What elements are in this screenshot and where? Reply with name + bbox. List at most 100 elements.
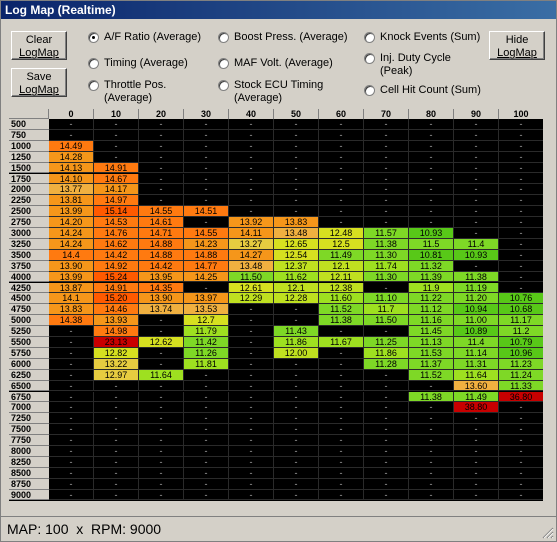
table-cell[interactable]: -: [499, 174, 543, 185]
table-cell[interactable]: 14.76: [94, 228, 139, 239]
table-cell[interactable]: 14.91: [94, 282, 139, 294]
vertical-scrollbar[interactable]: [544, 109, 555, 501]
table-cell[interactable]: -: [319, 162, 364, 174]
table-cell[interactable]: -: [184, 456, 229, 468]
table-cell[interactable]: -: [274, 315, 319, 327]
table-cell[interactable]: 14.67: [94, 173, 139, 185]
table-cell[interactable]: -: [319, 119, 364, 130]
table-cell[interactable]: 11.22: [409, 293, 454, 305]
table-cell[interactable]: 13.99: [49, 206, 94, 218]
table-cell[interactable]: -: [139, 413, 184, 425]
table-cell[interactable]: -: [454, 206, 499, 218]
table-cell[interactable]: 10.81: [409, 249, 454, 261]
table-cell[interactable]: -: [319, 326, 364, 337]
table-cell[interactable]: 11.38: [364, 238, 409, 250]
table-cell[interactable]: 14.23: [184, 238, 229, 250]
radio-timing[interactable]: Timing (Average): [88, 57, 213, 70]
table-cell[interactable]: -: [454, 260, 499, 272]
table-cell[interactable]: 13.95: [139, 271, 184, 283]
table-cell[interactable]: -: [274, 369, 319, 381]
table-cell[interactable]: -: [94, 467, 139, 479]
table-cell[interactable]: 14.46: [94, 304, 139, 316]
table-cell[interactable]: -: [499, 435, 543, 446]
table-cell[interactable]: 11.86: [364, 347, 409, 359]
table-cell[interactable]: 13.77: [49, 184, 94, 196]
table-cell[interactable]: -: [499, 141, 543, 152]
table-cell[interactable]: -: [364, 478, 409, 490]
table-cell[interactable]: -: [454, 489, 499, 501]
table-cell[interactable]: 14.25: [184, 271, 229, 283]
table-cell[interactable]: 13.74: [139, 304, 184, 316]
table-cell[interactable]: -: [364, 162, 409, 174]
table-cell[interactable]: -: [49, 391, 94, 403]
table-cell[interactable]: 12.97: [94, 369, 139, 381]
table-cell[interactable]: -: [274, 358, 319, 370]
table-cell[interactable]: -: [364, 391, 409, 403]
table-cell[interactable]: 14.20: [49, 217, 94, 228]
table-cell[interactable]: -: [274, 391, 319, 403]
table-cell[interactable]: 11.57: [364, 228, 409, 239]
table-cell[interactable]: -: [499, 261, 543, 272]
table-cell[interactable]: -: [499, 424, 543, 436]
table-cell[interactable]: 11.14: [454, 347, 499, 359]
table-cell[interactable]: 12.62: [139, 337, 184, 348]
table-cell[interactable]: -: [184, 489, 229, 501]
table-cell[interactable]: -: [409, 456, 454, 468]
table-cell[interactable]: 12.82: [94, 347, 139, 359]
table-cell[interactable]: -: [139, 129, 184, 141]
table-cell[interactable]: -: [274, 413, 319, 425]
table-cell[interactable]: -: [49, 369, 94, 381]
table-cell[interactable]: -: [94, 456, 139, 468]
table-cell[interactable]: -: [274, 402, 319, 414]
table-cell[interactable]: 10.89: [454, 326, 499, 337]
table-cell[interactable]: -: [319, 446, 364, 457]
table-cell[interactable]: -: [499, 163, 543, 174]
table-cell[interactable]: -: [139, 162, 184, 174]
table-cell[interactable]: -: [139, 489, 184, 501]
table-cell[interactable]: -: [49, 358, 94, 370]
table-cell[interactable]: 14.4: [49, 249, 94, 261]
table-cell[interactable]: -: [364, 326, 409, 337]
table-cell[interactable]: 13.81: [49, 195, 94, 207]
table-cell[interactable]: 14.51: [184, 206, 229, 218]
table-cell[interactable]: 14.1: [49, 293, 94, 305]
table-cell[interactable]: 13.48: [274, 228, 319, 239]
table-cell[interactable]: -: [499, 217, 543, 228]
table-cell[interactable]: -: [229, 358, 274, 370]
table-cell[interactable]: 11.12: [409, 304, 454, 316]
table-cell[interactable]: 11.64: [454, 369, 499, 381]
table-cell[interactable]: -: [319, 467, 364, 479]
table-cell[interactable]: -: [229, 413, 274, 425]
table-cell[interactable]: -: [319, 402, 364, 414]
table-cell[interactable]: -: [184, 282, 229, 294]
table-cell[interactable]: -: [49, 456, 94, 468]
table-cell[interactable]: -: [409, 173, 454, 185]
table-cell[interactable]: -: [229, 140, 274, 152]
table-cell[interactable]: -: [139, 195, 184, 207]
table-cell[interactable]: 15.14: [94, 206, 139, 218]
table-cell[interactable]: 13.83: [274, 217, 319, 228]
table-cell[interactable]: 11.49: [454, 391, 499, 403]
table-cell[interactable]: 11.42: [184, 337, 229, 348]
table-cell[interactable]: -: [499, 457, 543, 468]
table-cell[interactable]: -: [454, 119, 499, 130]
table-cell[interactable]: -: [454, 446, 499, 457]
table-cell[interactable]: -: [274, 195, 319, 207]
table-cell[interactable]: -: [229, 347, 274, 359]
table-cell[interactable]: -: [229, 206, 274, 218]
table-cell[interactable]: 14.77: [184, 260, 229, 272]
table-cell[interactable]: 14.55: [139, 206, 184, 218]
table-cell[interactable]: 11.9: [409, 282, 454, 294]
table-cell[interactable]: -: [454, 151, 499, 163]
table-cell[interactable]: -: [139, 173, 184, 185]
table-cell[interactable]: -: [499, 490, 543, 501]
table-cell[interactable]: 11.30: [364, 271, 409, 283]
table-cell[interactable]: -: [139, 467, 184, 479]
table-cell[interactable]: -: [94, 140, 139, 152]
table-cell[interactable]: -: [499, 130, 543, 141]
table-cell[interactable]: -: [94, 435, 139, 446]
table-cell[interactable]: -: [49, 402, 94, 414]
table-cell[interactable]: 11.60: [319, 293, 364, 305]
table-cell[interactable]: 14.92: [94, 260, 139, 272]
table-cell[interactable]: -: [364, 402, 409, 414]
